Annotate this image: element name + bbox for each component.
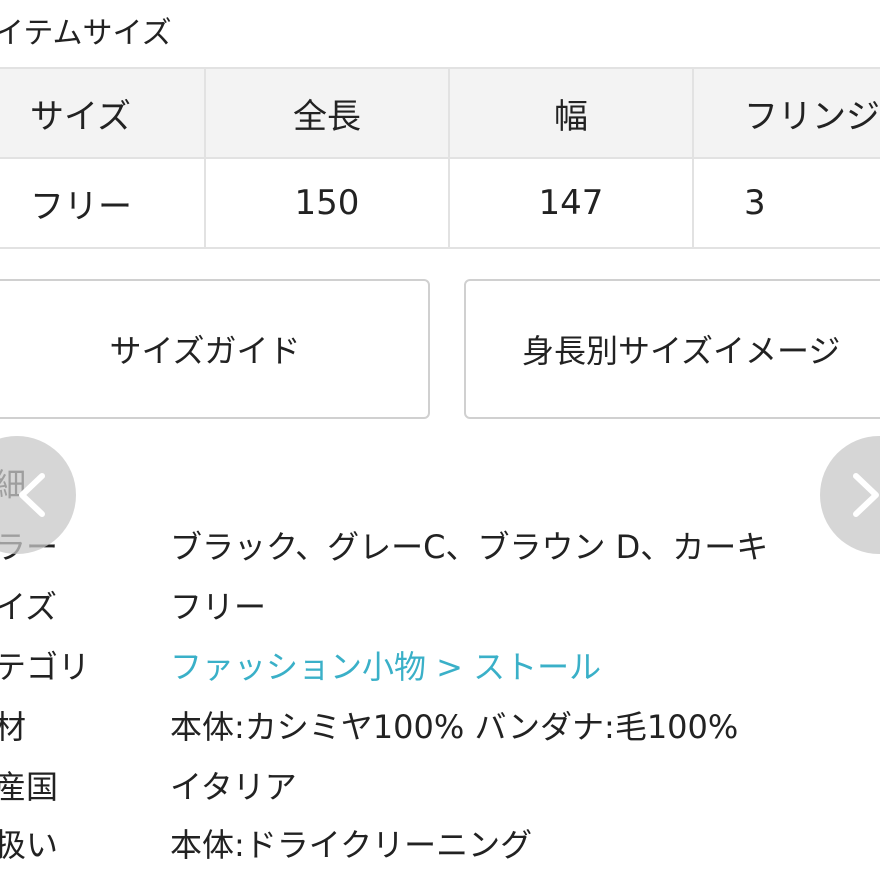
size-table-header-row: サイズ 全長 幅 フリンジ [0, 67, 880, 159]
size-table: サイズ 全長 幅 フリンジ フリー 150 147 3 [0, 67, 880, 249]
detail-value: 本体:カシミヤ100% バンダナ:毛100% [170, 708, 739, 746]
detail-row-size: イズ フリー [0, 578, 880, 636]
detail-row-care: 扱い 本体:ドライクリーニング [0, 816, 880, 874]
height-size-image-button[interactable]: 身長別サイズイメージ [464, 279, 880, 419]
size-guide-button-label: サイズガイド [109, 332, 301, 370]
size-table-cell: 150 [204, 157, 450, 249]
detail-row-color: ラー ブラック、グレーC、ブラウン D、カーキ [0, 518, 880, 576]
detail-label: 扱い [0, 826, 59, 864]
detail-row-origin: 産国 イタリア [0, 758, 880, 816]
size-table-row: フリー 150 147 3 [0, 157, 880, 249]
chevron-right-icon [853, 473, 879, 517]
size-guide-button[interactable]: サイズガイド [0, 279, 430, 419]
detail-row-category: テゴリ ファッション小物 > ストール [0, 638, 880, 696]
category-link[interactable]: ファッション小物 > ストール [170, 638, 601, 696]
detail-label: イズ [0, 588, 58, 626]
detail-label: 産国 [0, 768, 59, 806]
size-table-cell: 147 [448, 157, 694, 249]
detail-value: 本体:ドライクリーニング [170, 826, 533, 864]
size-table-cell: フリー [0, 157, 206, 249]
size-table-header-cell: フリンジ [692, 67, 880, 159]
size-table-header-cell: サイズ [0, 67, 206, 159]
size-table-header-cell: 幅 [448, 67, 694, 159]
detail-label: テゴリ [0, 648, 91, 686]
size-table-header-cell: 全長 [204, 67, 450, 159]
size-table-cell: 3 [692, 157, 880, 249]
product-detail-page: イテムサイズ サイズ 全長 幅 フリンジ フリー 150 147 3 サイズガイ… [0, 0, 880, 880]
detail-row-material: 材 本体:カシミヤ100% バンダナ:毛100% [0, 698, 880, 756]
item-size-title: イテムサイズ [0, 16, 172, 51]
height-size-image-button-label: 身長別サイズイメージ [522, 332, 841, 370]
details-heading-row: 細 [0, 456, 880, 514]
chevron-left-icon [19, 473, 45, 517]
detail-value: イタリア [170, 768, 297, 806]
detail-value: フリー [170, 588, 267, 626]
detail-label: 材 [0, 708, 27, 746]
detail-value: ブラック、グレーC、ブラウン D、カーキ [170, 528, 769, 566]
